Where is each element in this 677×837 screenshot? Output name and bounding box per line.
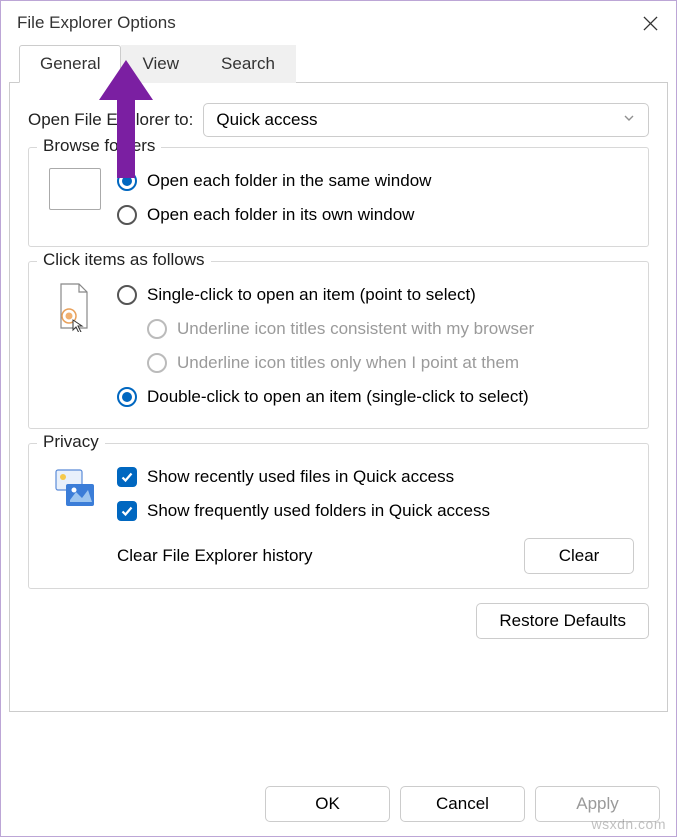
group-privacy-legend: Privacy xyxy=(37,432,105,452)
tab-panel-general: Open File Explorer to: Quick access Brow… xyxy=(9,82,668,712)
radio-underline-point-label: Underline icon titles only when I point … xyxy=(177,353,519,373)
radio-same-window[interactable] xyxy=(117,171,137,191)
radio-double-click[interactable] xyxy=(117,387,137,407)
apply-button-label: Apply xyxy=(576,794,619,814)
radio-underline-point xyxy=(147,353,167,373)
restore-defaults-button[interactable]: Restore Defaults xyxy=(476,603,649,639)
checkbox-recent-files-label: Show recently used files in Quick access xyxy=(147,467,454,487)
radio-single-click[interactable] xyxy=(117,285,137,305)
checkbox-frequent-folders-label: Show frequently used folders in Quick ac… xyxy=(147,501,490,521)
open-to-dropdown[interactable]: Quick access xyxy=(203,103,649,137)
quick-access-icon xyxy=(52,464,98,510)
group-click-items: Click items as follows Single-click to o… xyxy=(28,261,649,429)
radio-own-window[interactable] xyxy=(117,205,137,225)
check-icon xyxy=(120,470,134,484)
chevron-down-icon xyxy=(622,110,636,130)
open-to-value: Quick access xyxy=(216,110,317,130)
group-browse-folders: Browse folders Open each folder in the s… xyxy=(28,147,649,247)
radio-single-click-label: Single-click to open an item (point to s… xyxy=(147,285,476,305)
tabs-area: General View Search Open File Explorer t… xyxy=(1,45,676,712)
group-browse-folders-legend: Browse folders xyxy=(37,136,161,156)
clear-history-label: Clear File Explorer history xyxy=(117,546,313,566)
open-to-row: Open File Explorer to: Quick access xyxy=(28,103,649,137)
opt-double-click-row: Double-click to open an item (single-cli… xyxy=(117,380,634,414)
tab-search-label: Search xyxy=(221,54,275,73)
radio-underline-browser xyxy=(147,319,167,339)
checkbox-recent-files[interactable] xyxy=(117,467,137,487)
clear-history-row: Clear File Explorer history Clear xyxy=(117,538,634,574)
chk-recent-row: Show recently used files in Quick access xyxy=(117,460,634,494)
group-privacy: Privacy Show re xyxy=(28,443,649,589)
tab-general[interactable]: General xyxy=(19,45,121,83)
restore-defaults-label: Restore Defaults xyxy=(499,611,626,631)
opt-underline-point-row: Underline icon titles only when I point … xyxy=(117,346,634,380)
opt-own-window-row: Open each folder in its own window xyxy=(117,198,634,232)
group-click-items-legend: Click items as follows xyxy=(37,250,211,270)
close-icon xyxy=(643,16,658,31)
tab-strip: General View Search xyxy=(9,45,668,83)
ok-button[interactable]: OK xyxy=(265,786,390,822)
browse-folders-icon-col xyxy=(43,164,107,232)
tab-view-label: View xyxy=(142,54,179,73)
document-cursor-icon xyxy=(55,282,95,332)
radio-same-window-label: Open each folder in the same window xyxy=(147,171,431,191)
title-bar: File Explorer Options xyxy=(1,1,676,45)
tab-search[interactable]: Search xyxy=(200,45,296,83)
clear-button[interactable]: Clear xyxy=(524,538,634,574)
restore-defaults-row: Restore Defaults xyxy=(28,603,649,639)
radio-double-click-label: Double-click to open an item (single-cli… xyxy=(147,387,529,407)
checkbox-frequent-folders[interactable] xyxy=(117,501,137,521)
cancel-button-label: Cancel xyxy=(436,794,489,814)
watermark: wsxdn.com xyxy=(591,816,666,832)
chk-frequent-row: Show frequently used folders in Quick ac… xyxy=(117,494,634,528)
window-stack-icon xyxy=(49,168,101,210)
click-items-icon-col xyxy=(43,278,107,414)
opt-underline-browser-row: Underline icon titles consistent with my… xyxy=(117,312,634,346)
cancel-button[interactable]: Cancel xyxy=(400,786,525,822)
check-icon xyxy=(120,504,134,518)
opt-single-click-row: Single-click to open an item (point to s… xyxy=(117,278,634,312)
radio-own-window-label: Open each folder in its own window xyxy=(147,205,414,225)
privacy-icon-col xyxy=(43,460,107,574)
ok-button-label: OK xyxy=(315,794,340,814)
close-button[interactable] xyxy=(624,1,676,45)
open-to-label: Open File Explorer to: xyxy=(28,110,193,130)
tab-view[interactable]: View xyxy=(121,45,200,83)
window-title: File Explorer Options xyxy=(17,13,176,33)
opt-same-window-row: Open each folder in the same window xyxy=(117,164,634,198)
clear-button-label: Clear xyxy=(559,546,600,566)
radio-underline-browser-label: Underline icon titles consistent with my… xyxy=(177,319,534,339)
tab-general-label: General xyxy=(40,54,100,73)
